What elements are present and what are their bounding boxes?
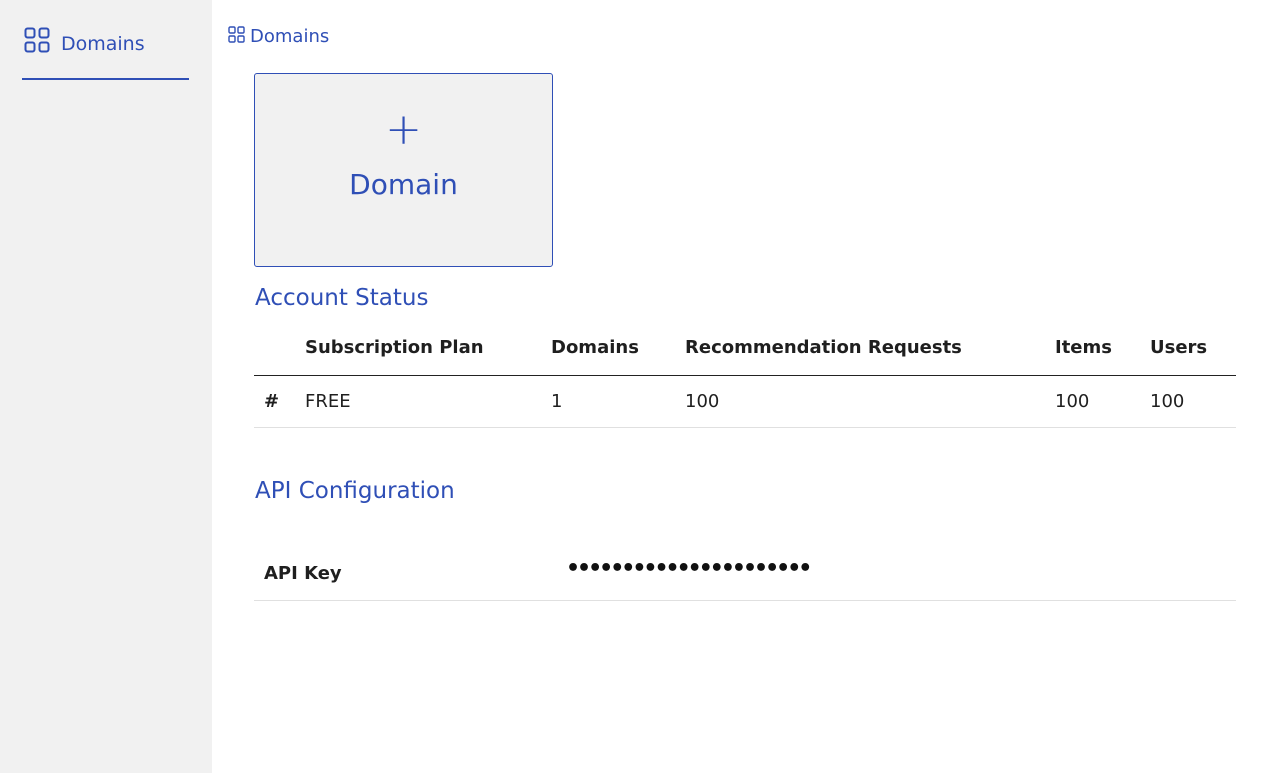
account-status-table: Subscription Plan Domains Recommendation… [254,324,1236,428]
account-status-title: Account Status [255,285,429,311]
users-cell: 100 [1150,391,1185,412]
column-header: Users [1150,337,1208,358]
column-header: Items [1055,337,1112,358]
sidebar-item-label: Domains [61,33,145,55]
grid-icon [228,26,245,47]
api-key-row: API Key •••••••••••••••••••••• [254,548,1236,601]
table-row: # FREE 1 100 100 100 [254,376,1236,428]
domains-cell: 1 [551,391,563,412]
sidebar: Domains [0,0,212,773]
add-domain-button[interactable]: + Domain [254,73,553,267]
breadcrumb-label: Domains [250,26,330,47]
sidebar-item-domains[interactable]: Domains [22,27,189,80]
row-index: # [264,391,280,412]
api-key-label: API Key [264,563,342,584]
api-key-value[interactable]: •••••••••••••••••••••• [566,556,812,581]
plus-icon: + [385,104,422,155]
column-header: Subscription Plan [305,337,484,358]
table-header: Subscription Plan Domains Recommendation… [254,324,1236,376]
items-cell: 100 [1055,391,1090,412]
column-header: Recommendation Requests [685,337,962,358]
subscription-plan-cell: FREE [305,391,351,412]
api-configuration-title: API Configuration [255,478,455,504]
breadcrumb[interactable]: Domains [228,26,329,47]
grid-icon [24,27,50,57]
add-domain-label: Domain [349,168,458,201]
recommendation-requests-cell: 100 [685,391,720,412]
column-header: Domains [551,337,639,358]
